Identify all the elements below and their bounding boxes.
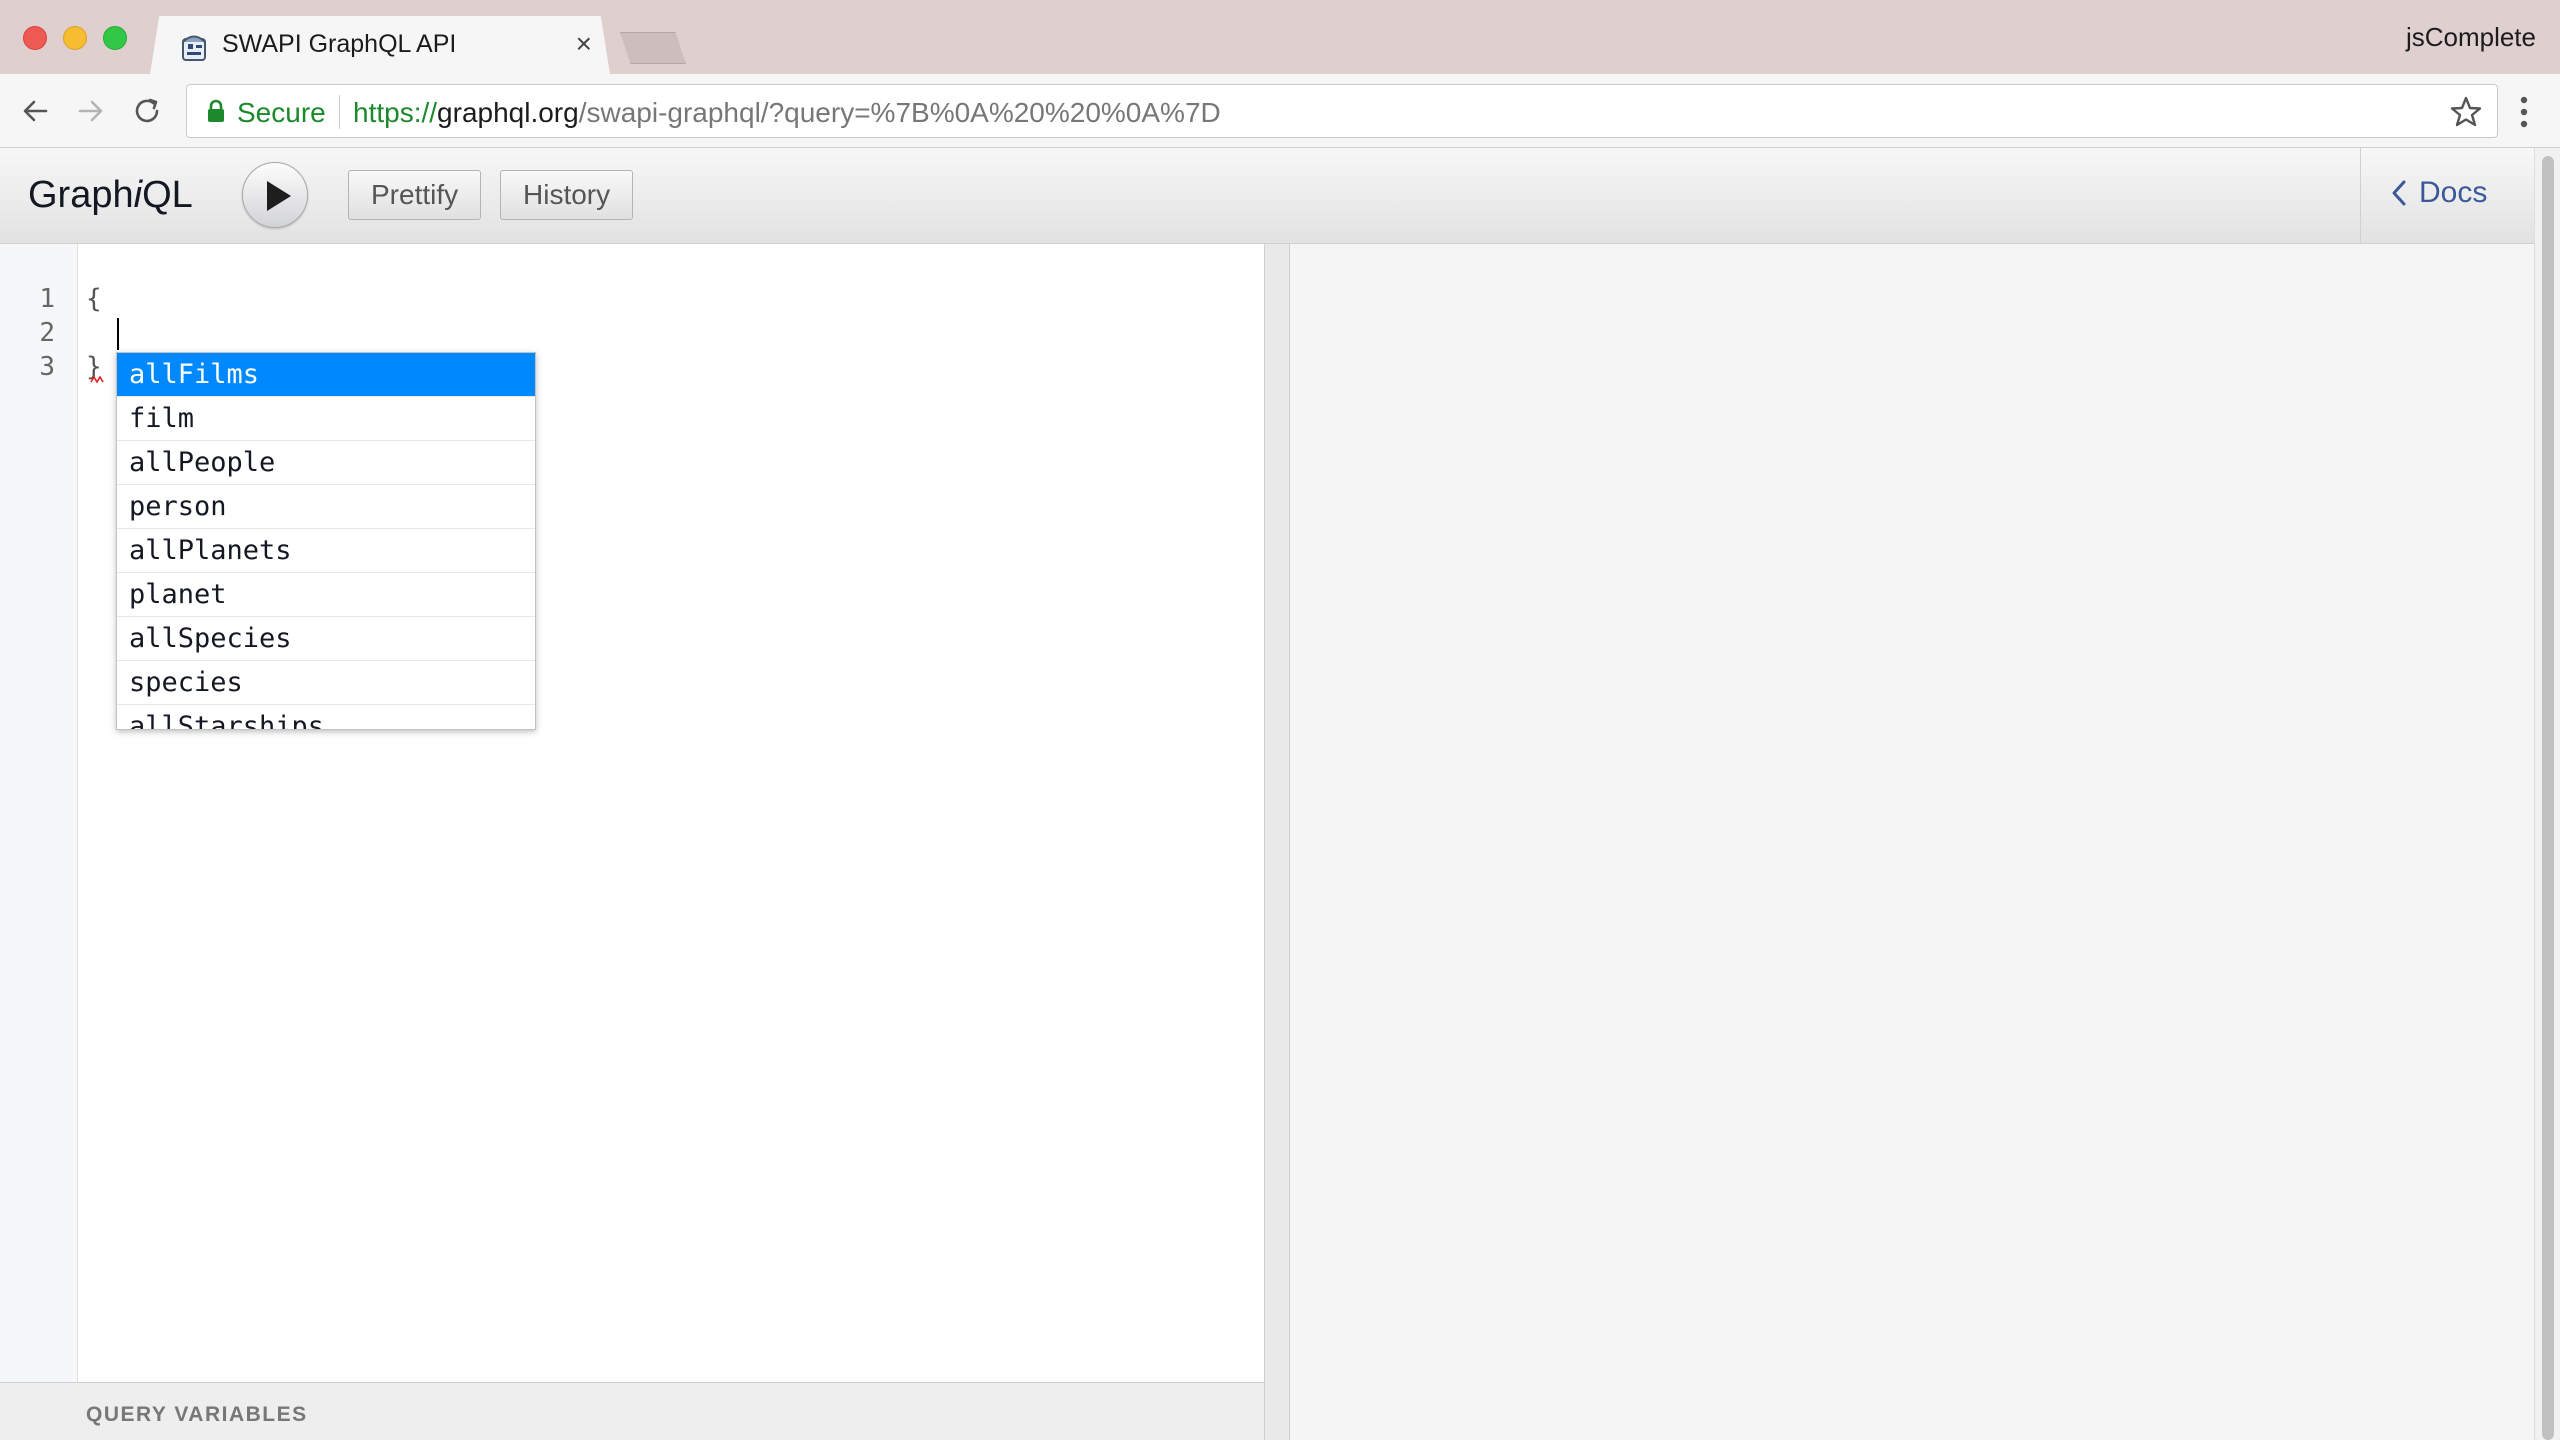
- close-window-button[interactable]: [23, 26, 47, 50]
- autocomplete-item[interactable]: person: [117, 485, 535, 529]
- browser-menu-icon[interactable]: [2518, 94, 2530, 130]
- line-number: 3: [39, 352, 55, 382]
- url-host: graphql.org: [437, 97, 579, 128]
- graphiql-title-italic: i: [133, 174, 143, 216]
- bookmark-star-icon[interactable]: [2449, 95, 2483, 129]
- lint-error-icon: [90, 375, 104, 384]
- query-variables-title: QUERY VARIABLES: [86, 1403, 308, 1426]
- autocomplete-item[interactable]: allPlanets: [117, 529, 535, 573]
- url-path: /swapi-graphql/?query=%7B%0A%20%20%0A%7D: [578, 97, 1221, 128]
- url-scheme: https://: [353, 97, 438, 128]
- prettify-button[interactable]: Prettify: [348, 170, 482, 220]
- graphiql-title-prefix: Graph: [28, 174, 134, 216]
- autocomplete-item[interactable]: allSpecies: [117, 617, 535, 661]
- code-line: {: [86, 284, 102, 314]
- docs-button[interactable]: Docs: [2391, 176, 2487, 210]
- new-tab-button[interactable]: [620, 32, 686, 64]
- autocomplete-item[interactable]: film: [117, 397, 535, 441]
- chevron-left-icon: [2392, 180, 2406, 206]
- scrollbar-thumb[interactable]: [2542, 156, 2554, 1440]
- lock-icon: [208, 99, 224, 122]
- forward-arrow-icon: [78, 100, 103, 122]
- browser-toolbar: Secure https://graphql.org/swapi-graphql…: [0, 74, 2560, 148]
- address-divider: [339, 95, 340, 129]
- reload-icon: [135, 98, 159, 123]
- url-text[interactable]: https://graphql.org/swapi-graphql/?query…: [353, 97, 1221, 129]
- autocomplete-item[interactable]: allStarships: [117, 705, 535, 729]
- address-bar[interactable]: Secure https://graphql.org/swapi-graphql…: [186, 84, 2498, 138]
- r2d2-favicon-icon: [182, 35, 206, 61]
- page-scrollbar[interactable]: [2534, 148, 2560, 1440]
- text-cursor: [117, 318, 119, 350]
- pane-splitter[interactable]: [1264, 244, 1290, 1440]
- docs-label: Docs: [2419, 176, 2488, 209]
- autocomplete-dropdown[interactable]: allFilms film allPeople person allPlanet…: [116, 352, 536, 730]
- tab-close-icon[interactable]: ×: [576, 28, 592, 60]
- autocomplete-item[interactable]: planet: [117, 573, 535, 617]
- browser-tab-strip: SWAPI GraphQL API × jsComplete: [0, 0, 2560, 74]
- graphiql-topbar: GraphiQL Prettify History Docs: [0, 148, 2534, 244]
- browser-tab-active[interactable]: SWAPI GraphQL API ×: [150, 16, 610, 74]
- result-pane: [1290, 244, 2534, 1440]
- maximize-window-button[interactable]: [103, 26, 127, 50]
- query-variables-bar[interactable]: QUERY VARIABLES: [0, 1382, 1264, 1440]
- new-tab-shape: [620, 32, 686, 64]
- tab-title: SWAPI GraphQL API: [222, 30, 457, 58]
- graphiql-title-suffix: QL: [142, 174, 193, 216]
- back-arrow-icon: [23, 100, 48, 122]
- reload-button[interactable]: [128, 92, 166, 130]
- play-icon: [267, 181, 291, 211]
- line-number: 1: [39, 284, 55, 314]
- back-button[interactable]: [16, 92, 54, 130]
- docs-area: Docs: [2360, 148, 2534, 244]
- profile-name[interactable]: jsComplete: [2406, 22, 2536, 53]
- line-number: 2: [39, 318, 55, 348]
- history-button[interactable]: History: [500, 170, 634, 220]
- line-number-gutter: 1 2 3: [0, 244, 78, 1382]
- autocomplete-item[interactable]: species: [117, 661, 535, 705]
- autocomplete-item-selected[interactable]: allFilms: [117, 353, 535, 397]
- secure-label: Secure: [237, 97, 326, 128]
- minimize-window-button[interactable]: [63, 26, 87, 50]
- execute-query-button[interactable]: [242, 162, 308, 228]
- forward-button[interactable]: [72, 92, 110, 130]
- autocomplete-item[interactable]: allPeople: [117, 441, 535, 485]
- graphiql-title: GraphiQL: [28, 174, 193, 217]
